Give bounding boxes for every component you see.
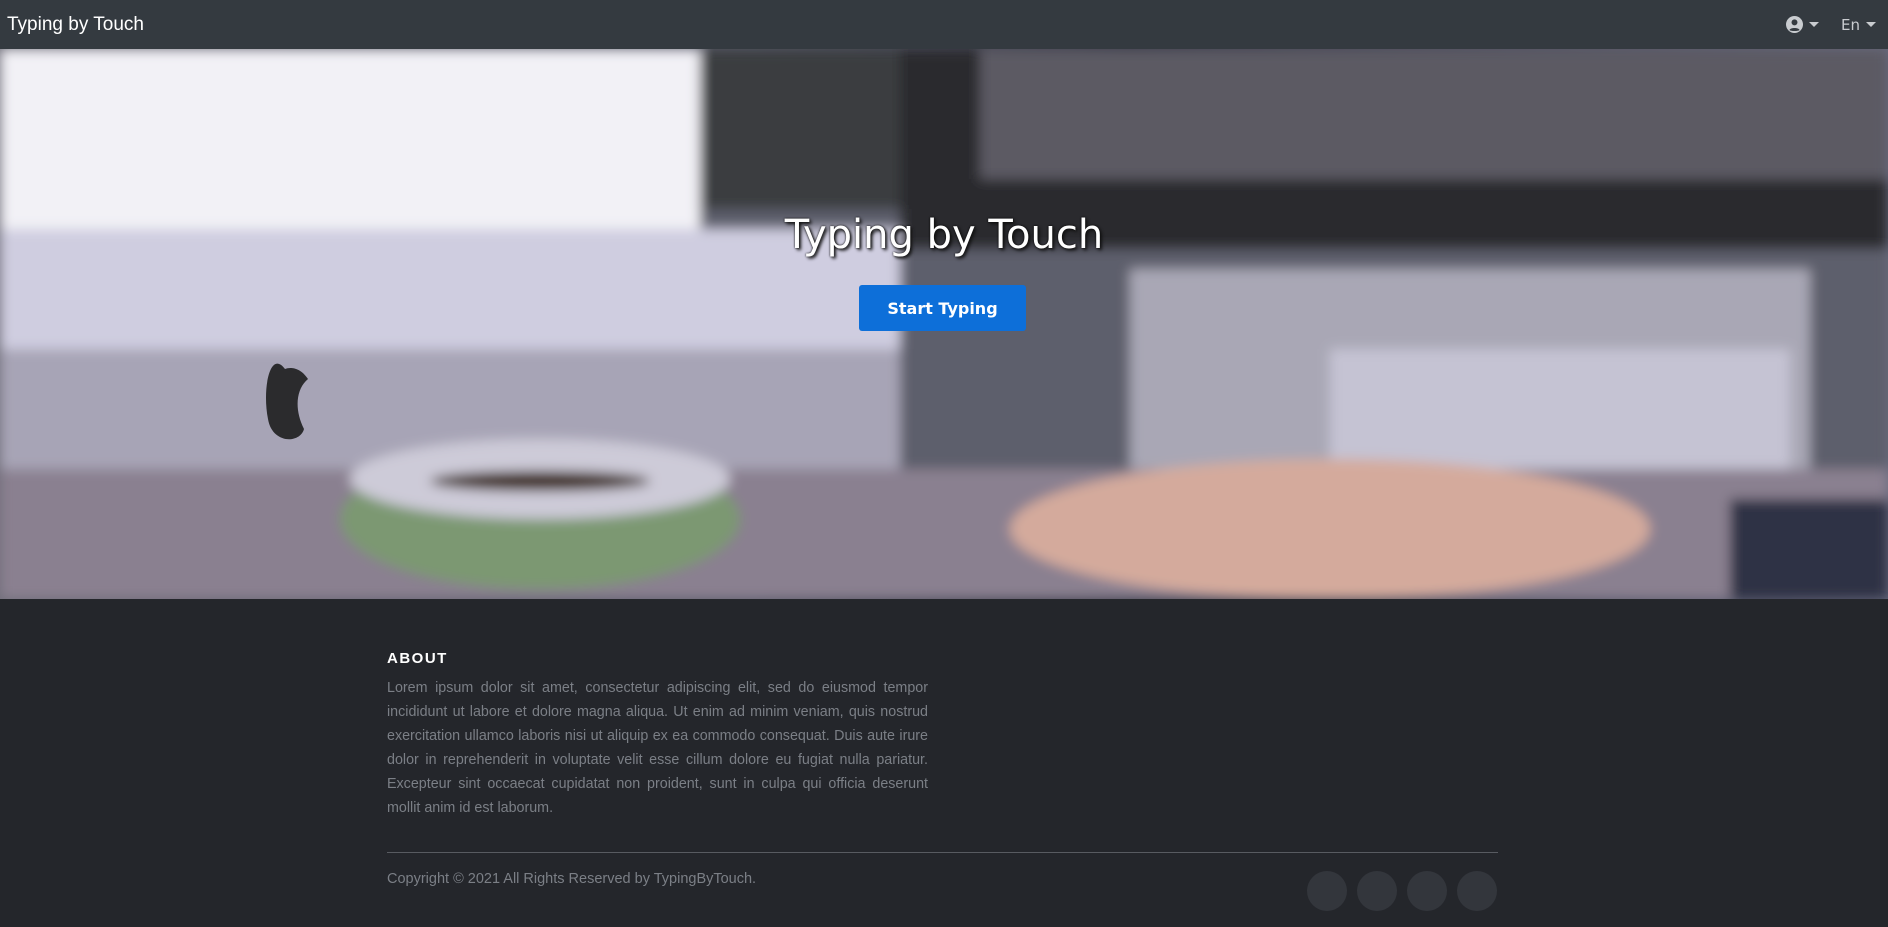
about-text: Lorem ipsum dolor sit amet, consectetur …	[387, 680, 928, 816]
navbar-right: En	[1786, 16, 1880, 34]
start-typing-button[interactable]: Start Typing	[859, 285, 1026, 331]
about-heading: ABOUT	[387, 650, 448, 667]
social-links	[1307, 871, 1497, 911]
hero-section: Typing by Touch Start Typing	[0, 49, 1888, 599]
brand-link[interactable]: Typing by Touch	[7, 14, 144, 36]
social-icon-3[interactable]	[1407, 871, 1447, 911]
chevron-down-icon	[1866, 22, 1876, 27]
social-icon-4[interactable]	[1457, 871, 1497, 911]
language-label: En	[1841, 15, 1860, 34]
language-dropdown[interactable]: En	[1841, 16, 1876, 34]
user-circle-icon	[1786, 16, 1804, 33]
chevron-down-icon	[1809, 22, 1820, 27]
copyright-text: Copyright © 2021 All Rights Reserved by …	[387, 871, 757, 887]
hero-title: Typing by Touch	[784, 212, 1104, 258]
social-icon-2[interactable]	[1357, 871, 1397, 911]
social-icon-1[interactable]	[1307, 871, 1347, 911]
footer-divider	[387, 852, 1498, 853]
user-menu-dropdown[interactable]	[1786, 16, 1820, 33]
top-navbar: Typing by Touch En	[0, 0, 1888, 49]
footer: ABOUT Lorem ipsum dolor sit amet, consec…	[0, 599, 1888, 927]
